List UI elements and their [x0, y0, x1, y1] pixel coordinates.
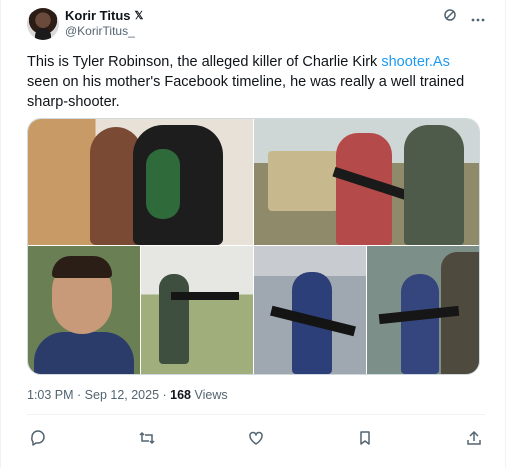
photo-kid-rifle-2[interactable] — [367, 246, 479, 374]
author-handle[interactable]: @KorirTitus_ — [65, 24, 143, 39]
photo-graduation[interactable] — [28, 119, 253, 245]
tweet-text-part2: seen on his mother's Facebook timeline, … — [27, 74, 465, 110]
views-label: Views — [191, 388, 228, 402]
author-name-row[interactable]: Korir Titus 𝕏 — [65, 8, 143, 24]
media-grid — [27, 118, 480, 375]
like-icon[interactable] — [245, 428, 267, 448]
photo-range-adult[interactable] — [254, 119, 479, 245]
avatar[interactable] — [27, 8, 59, 40]
timestamp[interactable]: 1:03 PM · Sep 12, 2025 · — [27, 388, 170, 402]
header-actions — [443, 8, 485, 25]
tweet-text: This is Tyler Robinson, the alleged kill… — [27, 52, 475, 112]
bookmark-icon[interactable] — [354, 428, 376, 448]
tweet-text-part1: This is Tyler Robinson, the alleged kill… — [27, 54, 382, 70]
photo-portrait[interactable] — [28, 246, 140, 374]
author-name[interactable]: Korir Titus — [65, 8, 131, 24]
action-bar — [27, 428, 485, 448]
repost-icon[interactable] — [136, 428, 158, 448]
x-badge-icon: 𝕏 — [134, 10, 144, 22]
photo-shooting-yard[interactable] — [141, 246, 253, 374]
tweet-link[interactable]: shooter.As — [381, 54, 450, 70]
views-count: 168 — [170, 388, 191, 402]
photo-kid-rifle-1[interactable] — [254, 246, 366, 374]
reply-icon[interactable] — [27, 428, 49, 448]
tweet-card: Korir Titus 𝕏 @KorirTitus_ This is Tyler… — [0, 0, 506, 468]
divider — [27, 414, 485, 415]
more-icon[interactable] — [471, 9, 485, 25]
tweet-meta: 1:03 PM · Sep 12, 2025 · 168 Views — [27, 388, 228, 402]
grok-icon[interactable] — [443, 8, 457, 25]
tweet-header: Korir Titus 𝕏 @KorirTitus_ — [27, 6, 485, 44]
share-icon[interactable] — [463, 428, 485, 448]
author-block: Korir Titus 𝕏 @KorirTitus_ — [65, 8, 143, 39]
